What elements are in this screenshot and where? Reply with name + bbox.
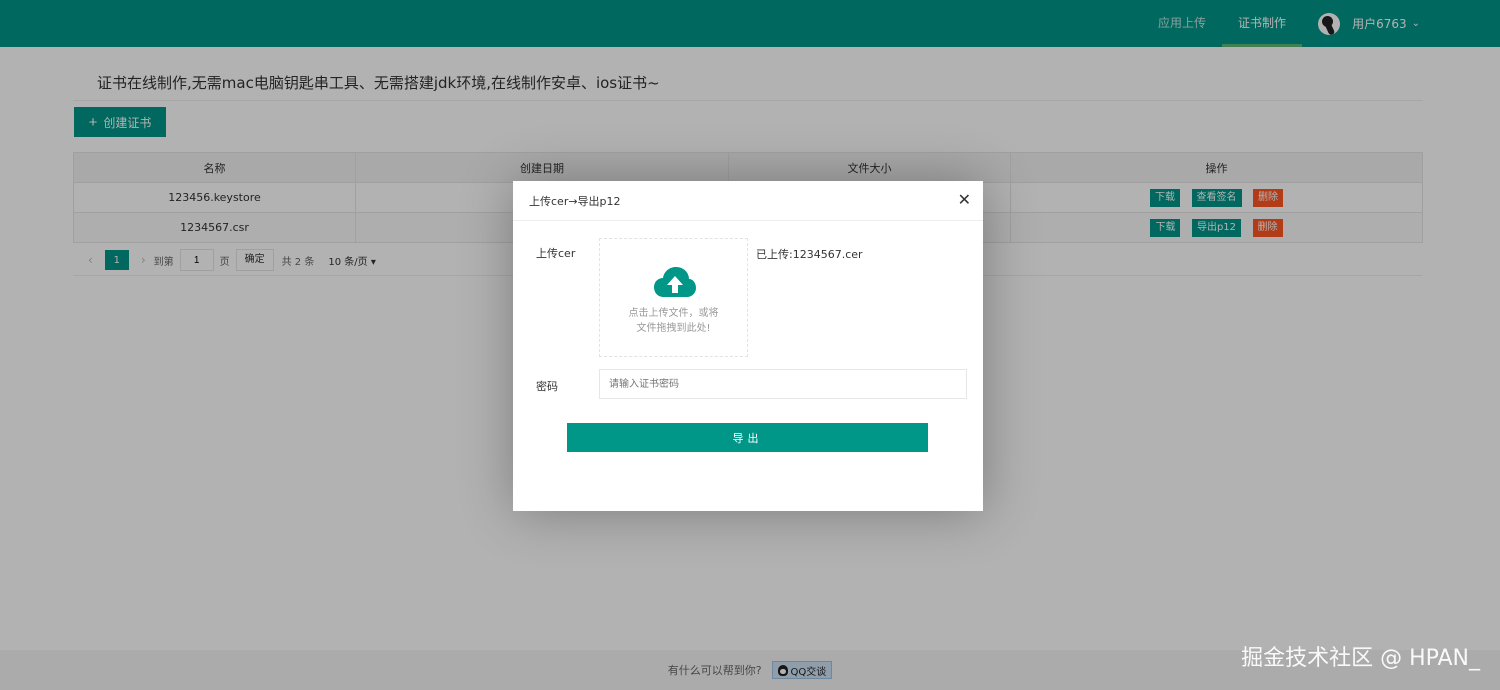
- upload-tip: 点击上传文件，或将 文件拖拽到此处!: [600, 306, 747, 336]
- close-icon[interactable]: ✕: [958, 191, 971, 209]
- password-input[interactable]: [599, 369, 967, 399]
- upload-tip-line2: 文件拖拽到此处!: [636, 323, 711, 334]
- watermark: 掘金技术社区 @ HPAN_: [1241, 646, 1480, 671]
- upload-dropzone[interactable]: 点击上传文件，或将 文件拖拽到此处!: [599, 238, 748, 357]
- upload-cer-dialog: 上传cer→导出p12 ✕ 上传cer 点击上传文件，或将 文件拖拽到此处! 已…: [513, 181, 983, 511]
- export-button[interactable]: 导出: [567, 423, 928, 452]
- uploaded-file-status: 已上传:1234567.cer: [756, 248, 863, 261]
- cloud-upload-icon: [654, 267, 696, 297]
- upload-cer-label: 上传cer: [536, 247, 576, 260]
- upload-tip-line1: 点击上传文件，或将: [628, 308, 719, 319]
- password-label: 密码: [536, 380, 558, 393]
- dialog-header: 上传cer→导出p12: [513, 181, 983, 221]
- dialog-title: 上传cer→导出p12: [529, 194, 621, 208]
